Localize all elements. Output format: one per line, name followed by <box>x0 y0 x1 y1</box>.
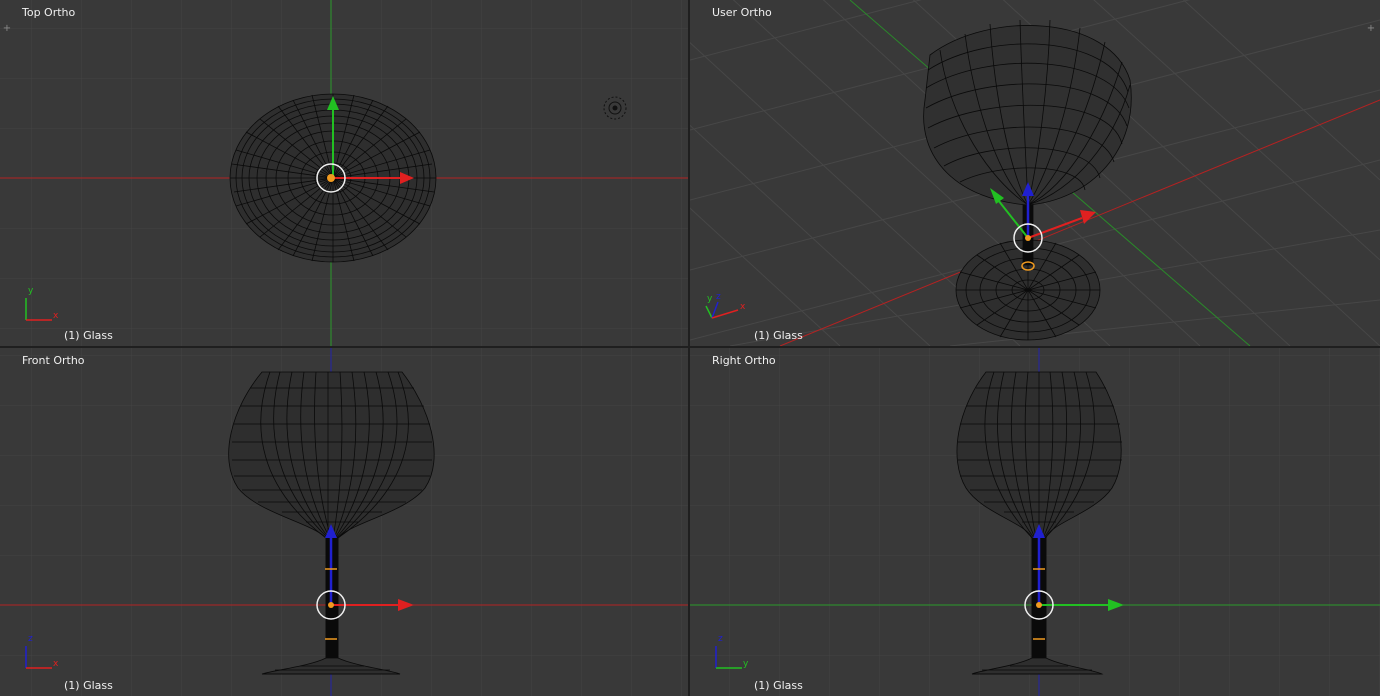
viewport-corner-plus-icon[interactable]: + <box>1366 24 1376 34</box>
axis-label-y: y <box>707 294 713 304</box>
axis-gizmo-icon <box>705 301 739 319</box>
viewport-corner-plus-icon[interactable]: + <box>2 24 12 34</box>
object-label: (1) Glass <box>64 329 113 342</box>
object-label: (1) Glass <box>64 679 113 692</box>
viewport-front-scene[interactable] <box>0 348 688 696</box>
axis-label-z: z <box>716 292 721 302</box>
viewport-right-ortho[interactable]: Right Ortho z y (1) Glass <box>690 348 1380 696</box>
axis-label-x: x <box>53 659 59 669</box>
viewport-separator-vertical[interactable] <box>688 0 690 696</box>
viewport-user-ortho[interactable]: User Ortho + y z x (1) Glass <box>690 0 1380 346</box>
axis-label-z: z <box>28 634 33 644</box>
axis-label-z: z <box>718 634 723 644</box>
viewport-title: Top Ortho <box>22 6 76 19</box>
viewport-separator-horizontal[interactable] <box>0 346 1380 348</box>
viewport-title: Front Ortho <box>22 354 85 367</box>
object-label: (1) Glass <box>754 679 803 692</box>
glass-user-wireframe <box>923 19 1132 341</box>
axis-label-x: x <box>740 302 746 312</box>
viewport-right-scene[interactable] <box>690 348 1380 696</box>
viewport-user-scene[interactable] <box>690 0 1380 346</box>
object-label: (1) Glass <box>754 329 803 342</box>
viewport-top-ortho[interactable]: Top Ortho + y x (1) Glass <box>0 0 688 346</box>
axis-label-y: y <box>743 659 749 669</box>
viewport-title: User Ortho <box>712 6 772 19</box>
axis-label-y: y <box>28 286 34 296</box>
viewport-top-scene[interactable] <box>0 0 688 346</box>
viewport-front-ortho[interactable]: Front Ortho z x (1) Glass <box>0 348 688 696</box>
viewport-title: Right Ortho <box>712 354 776 367</box>
axis-label-x: x <box>53 311 59 321</box>
